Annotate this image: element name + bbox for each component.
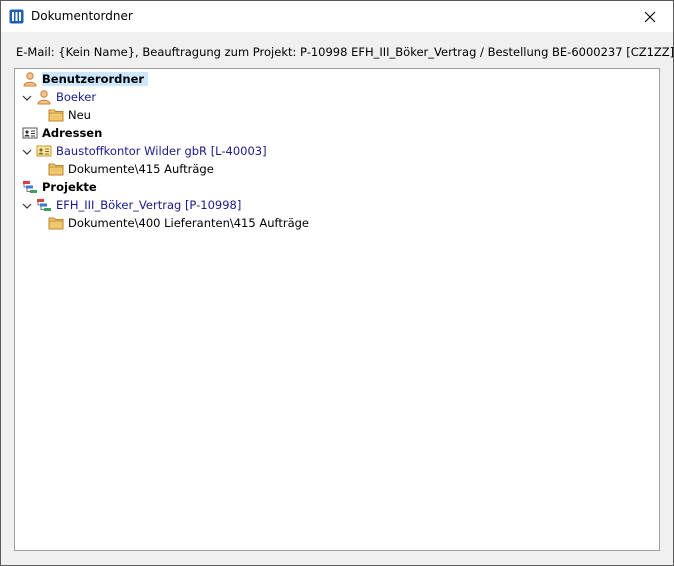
tree-item-label: Benutzerordner	[42, 72, 149, 86]
folder-icon	[48, 217, 64, 230]
app-columns-icon	[9, 9, 24, 24]
user-icon	[37, 90, 51, 105]
title-bar: Dokumentordner	[1, 1, 673, 32]
folder-tree[interactable]: Benutzerordner Boeker Neu Adressen Baust…	[14, 68, 660, 551]
tree-item-label: Adressen	[42, 126, 103, 140]
window-title: Dokumentordner	[31, 9, 133, 23]
project-icon	[37, 199, 51, 211]
close-icon	[644, 11, 656, 22]
chevron-down-icon[interactable]	[22, 147, 32, 157]
tree-item-neu[interactable]: Neu	[48, 106, 91, 124]
tree-item-label: Baustoffkontor Wilder gbR [L-40003]	[56, 144, 267, 158]
chevron-down-icon[interactable]	[22, 201, 32, 211]
tree-item-baustoffkontor[interactable]: Baustoffkontor Wilder gbR [L-40003]	[36, 142, 267, 160]
tree-item-benutzerordner[interactable]: Benutzerordner	[22, 70, 149, 88]
tree-item-efh-projekt[interactable]: EFH_III_Böker_Vertrag [P-10998]	[36, 196, 241, 214]
tree-item-label: Boeker	[56, 90, 97, 104]
tree-item-label: Projekte	[42, 180, 97, 194]
user-icon	[23, 72, 37, 87]
address-card-icon	[36, 145, 52, 157]
tree-item-label: Dokumente\400 Lieferanten\415 Aufträge	[68, 216, 309, 230]
project-icon	[23, 181, 37, 193]
folder-icon	[48, 163, 64, 176]
tree-item-dokumente-415[interactable]: Dokumente\415 Aufträge	[48, 160, 214, 178]
chevron-down-icon[interactable]	[22, 93, 32, 103]
tree-item-label: Dokumente\415 Aufträge	[68, 162, 214, 176]
tree-item-label: EFH_III_Böker_Vertrag [P-10998]	[56, 198, 242, 212]
address-card-icon	[22, 127, 38, 139]
folder-icon	[48, 109, 64, 122]
tree-item-boeker[interactable]: Boeker	[36, 88, 96, 106]
tree-item-adressen[interactable]: Adressen	[22, 124, 102, 142]
context-caption: E-Mail: {Kein Name}, Beauftragung zum Pr…	[16, 45, 674, 59]
tree-item-dokumente-400[interactable]: Dokumente\400 Lieferanten\415 Aufträge	[48, 214, 309, 232]
close-button[interactable]	[627, 1, 673, 32]
tree-item-projekte[interactable]: Projekte	[22, 178, 97, 196]
dokumentordner-window: Dokumentordner E-Mail: {Kein Name}, Beau…	[0, 0, 674, 566]
tree-item-label: Neu	[68, 108, 91, 122]
